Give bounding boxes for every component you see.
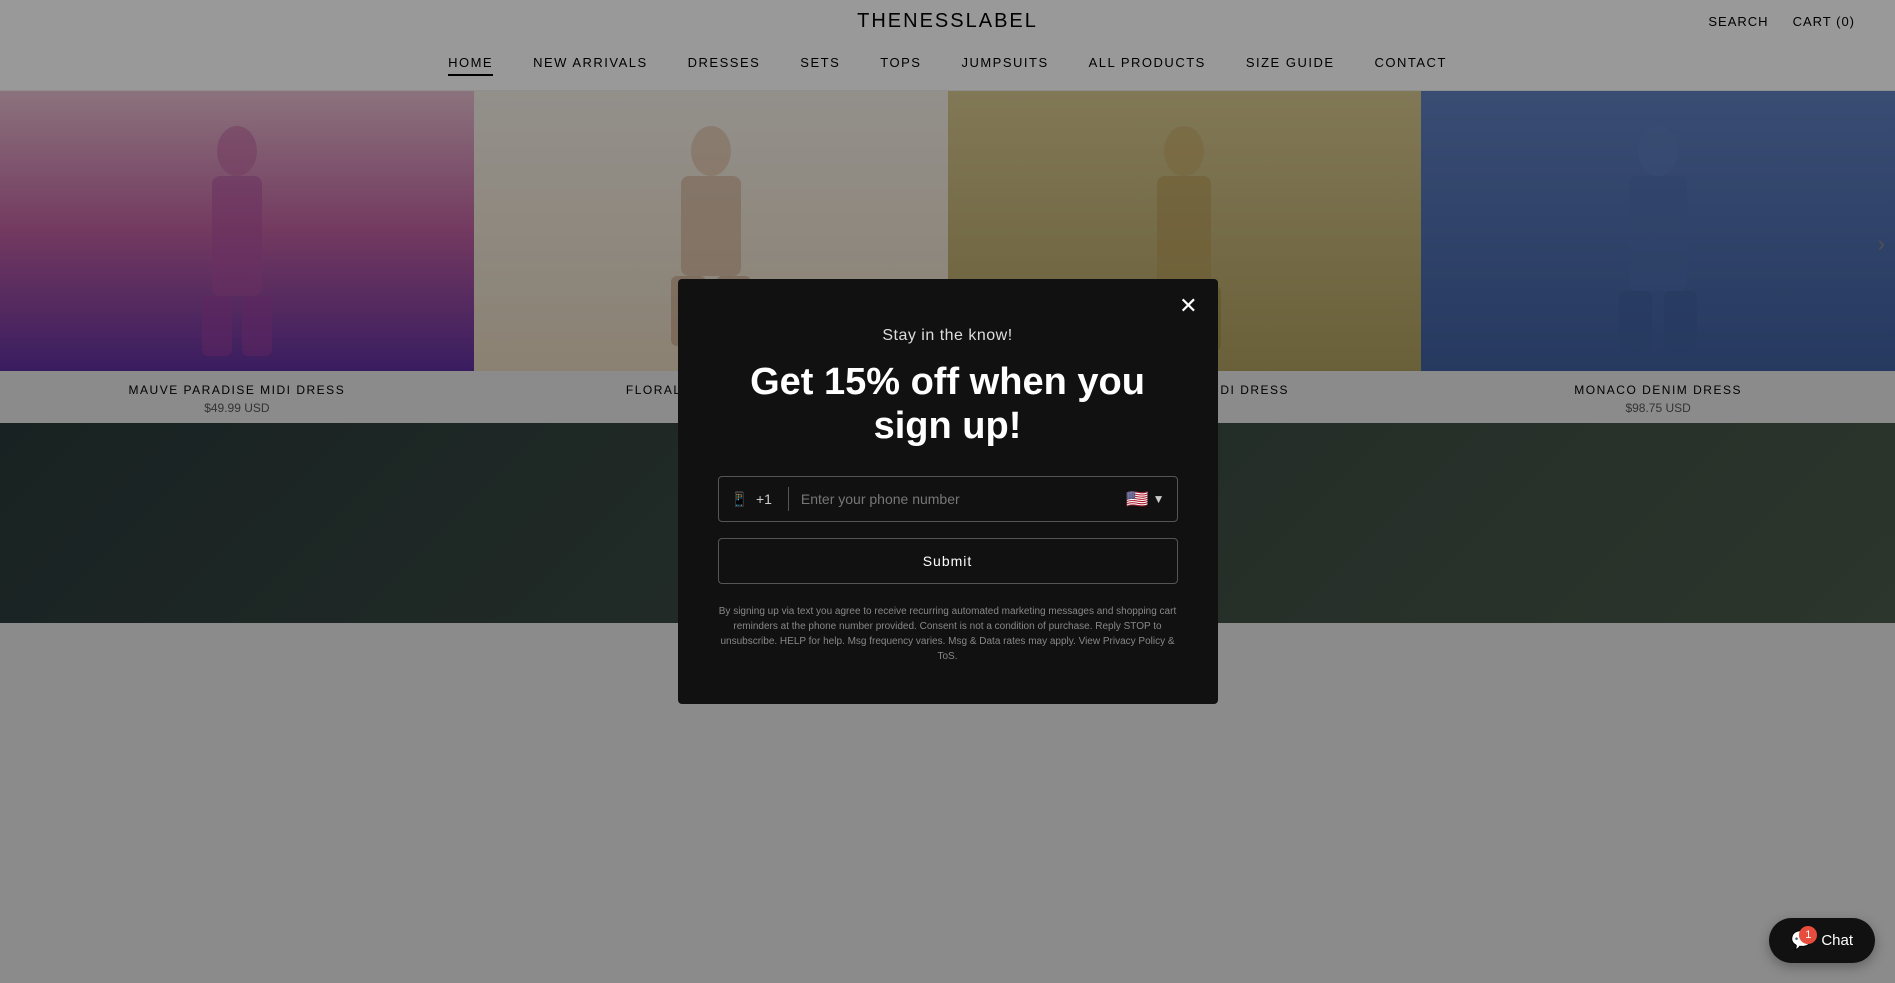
modal-subtitle: Stay in the know! <box>718 327 1178 345</box>
modal-overlay[interactable]: ✕ Stay in the know! Get 15% off when you… <box>0 0 1895 983</box>
modal-title: Get 15% off when you sign up! <box>718 361 1178 448</box>
phone-number-input[interactable] <box>801 477 1118 521</box>
modal-close-button[interactable]: ✕ <box>1179 295 1197 317</box>
phone-input-wrapper: 📱 +1 🇺🇸 ▼ <box>718 476 1178 522</box>
modal: ✕ Stay in the know! Get 15% off when you… <box>678 279 1218 704</box>
flag-emoji: 🇺🇸 <box>1126 489 1148 510</box>
chat-icon-wrap: 💬 1 <box>1791 930 1813 951</box>
phone-country-code: +1 <box>756 491 772 507</box>
dropdown-arrow-icon: ▼ <box>1153 492 1165 506</box>
phone-icon: 📱 <box>731 491 748 508</box>
legal-text: By signing up via text you agree to rece… <box>718 604 1178 664</box>
chat-badge: 1 <box>1799 926 1817 944</box>
chat-button[interactable]: 💬 1 Chat <box>1769 918 1875 963</box>
submit-button[interactable]: Submit <box>718 538 1178 584</box>
phone-divider <box>788 487 789 511</box>
chat-label: Chat <box>1821 932 1853 949</box>
country-flag-dropdown[interactable]: 🇺🇸 ▼ <box>1126 489 1164 510</box>
